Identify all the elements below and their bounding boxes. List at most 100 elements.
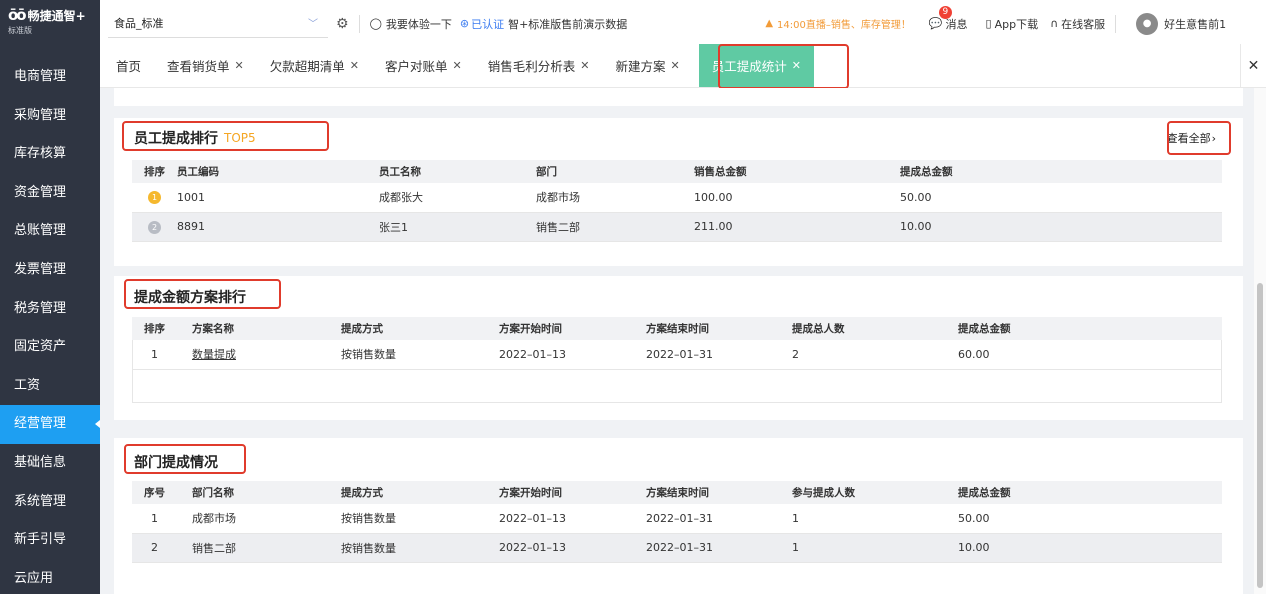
table-row: 1 1001 成都张大 成都市场 100.00 50.00 [132,183,1222,213]
rank-cell: 1 [132,340,177,370]
tab-label: 客户对账单 [384,59,448,74]
megaphone-icon: ▲ [765,18,774,29]
commission-total: 10.00 [900,212,1222,242]
sidebar-item-ecommerce[interactable]: 电商管理 [0,58,100,97]
employee-code: 8891 [177,212,379,242]
plan-end-date: 2022–01–31 [646,504,792,534]
column-header: 提成方式 [341,317,499,340]
column-header: 方案结束时间 [646,481,792,504]
department: 销售二部 [536,212,694,242]
tab-overdue-list[interactable]: 欠款超期清单 ✕ [257,44,372,87]
department: 成都市场 [536,183,694,213]
logo-icon: ōō [8,6,27,24]
tab-new-plan[interactable]: 新建方案 ✕ [602,44,692,87]
close-all-tabs-icon[interactable]: ✕ [1240,44,1266,87]
app-download-button[interactable]: ▯ App下载 [986,16,1039,32]
message-count-badge: 9 [938,5,952,19]
sidebar-item-tax[interactable]: 税务管理 [0,290,100,329]
highlight-box [718,44,849,89]
column-header: 提成方式 [341,481,499,504]
headset-icon: ∩ [1050,17,1059,30]
username[interactable]: 好生意售前1 [1164,16,1226,32]
column-header: 排序 [132,317,177,340]
tab-bar: 首页 查看销货单 ✕ 欠款超期清单 ✕ 客户对账单 ✕ 销售毛利分析表 ✕ 新建方案 ✕ … [100,44,1266,88]
employee-name: 成都张大 [379,183,536,213]
app-name: 畅捷通智+ [27,8,86,23]
account-select-value: 食品_标准 [114,17,164,30]
messages-button[interactable]: 💬 9 消息 [929,5,968,32]
app-edition: 标准版 [8,26,32,35]
commission-people: 2 [792,340,958,370]
card-spacer [114,88,1243,106]
divider [358,14,360,33]
column-header: 销售总金额 [694,160,900,183]
plan-start-date: 2022–01–13 [499,533,646,563]
tab-view-sales-order[interactable]: 查看销货单 ✕ [154,44,257,87]
close-icon[interactable]: ✕ [235,59,244,72]
divider [1115,14,1117,33]
column-header: 提成总金额 [958,317,1222,340]
participant-count: 1 [792,533,958,563]
table-row: 2 销售二部 按销售数量 2022–01–13 2022–01–31 1 10.… [132,533,1222,563]
sidebar-item-payroll[interactable]: 工资 [0,367,100,406]
tab-label: 查看销货单 [167,59,230,74]
avatar[interactable]: ● [1136,12,1159,35]
column-header: 部门名称 [177,481,341,504]
try-button[interactable]: ◯ 我要体验一下 [370,16,452,32]
sidebar-item-fixed-assets[interactable]: 固定资产 [0,328,100,367]
live-stream-link[interactable]: ▲ 14:00直播–销售、库存管理！ [765,16,911,31]
sidebar: ōō 畅捷通智+ 标准版 电商管理 采购管理 库存核算 资金管理 总账管理 发票… [0,0,100,594]
plan-name-cell: 数量提成 [177,340,341,370]
column-header: 参与提成人数 [792,481,958,504]
plan-start-date: 2022–01–13 [499,504,646,534]
tab-home[interactable]: 首页 [100,44,154,87]
commission-amount: 60.00 [958,340,1222,370]
sidebar-item-purchase[interactable]: 采购管理 [0,97,100,136]
close-icon[interactable]: ✕ [453,59,462,72]
sidebar-item-basic-info[interactable]: 基础信息 [0,444,100,483]
demo-data-label: 智+标准版售前演示数据 [508,17,628,31]
table-row: 1 数量提成 按销售数量 2022–01–13 2022–01–31 2 60.… [132,340,1222,370]
account-select[interactable]: 食品_标准 ﹀ [108,10,328,38]
employee-name: 张三1 [379,212,536,242]
sidebar-item-business-management[interactable]: 经营管理 [0,405,100,444]
tab-label: 新建方案 [615,59,666,74]
online-service-button[interactable]: ∩ 在线客服 [1050,16,1105,32]
chevron-down-icon: ﹀ [308,18,318,30]
commission-method: 按销售数量 [341,504,499,534]
tab-gross-profit[interactable]: 销售毛利分析表 ✕ [475,44,603,87]
plan-name-link[interactable]: 数量提成 [192,348,236,361]
sidebar-item-cloud-apps[interactable]: 云应用 [0,560,100,594]
sidebar-item-invoice[interactable]: 发票管理 [0,251,100,290]
plan-ranking-card: 提成金额方案排行 排序 方案名称 提成方式 方案开始时间 方案结束时间 提成总人… [114,276,1243,420]
sidebar-item-general-ledger[interactable]: 总账管理 [0,212,100,251]
rank-cell: 1 [132,183,177,213]
sidebar-item-inventory-accounting[interactable]: 库存核算 [0,135,100,174]
top-bar: 食品_标准 ﹀ ⚙ ◯ 我要体验一下 ⊛ 已认证 智+标准版售前演示数据 ▲ 1… [100,0,1266,48]
tab-customer-statement[interactable]: 客户对账单 ✕ [372,44,475,87]
plan-end-date: 2022–01–31 [646,533,792,563]
column-header: 序号 [132,481,177,504]
certified-badge[interactable]: ⊛ 已认证 [460,16,504,32]
settings-icon[interactable]: ⚙ [336,16,349,32]
column-header: 方案开始时间 [499,481,646,504]
highlight-box [1167,121,1231,155]
sidebar-item-system[interactable]: 系统管理 [0,483,100,522]
employee-ranking-card: 员工提成排行 TOP5 查看全部 › 排序 员工编码 员工名称 部门 销售总金额… [114,118,1243,266]
gold-medal-icon: 1 [148,191,161,205]
commission-method: 按销售数量 [341,533,499,563]
scrollbar-thumb[interactable] [1257,283,1263,588]
close-icon[interactable]: ✕ [350,59,359,72]
sidebar-item-funds[interactable]: 资金管理 [0,174,100,213]
commission-method: 按销售数量 [341,340,499,370]
sidebar-item-guide[interactable]: 新手引导 [0,521,100,560]
close-icon[interactable]: ✕ [580,59,589,72]
eye-icon: ◯ [369,17,382,30]
app-logo[interactable]: ōō 畅捷通智+ 标准版 [0,0,100,44]
close-icon[interactable]: ✕ [670,59,679,72]
sidebar-nav: 电商管理 采购管理 库存核算 资金管理 总账管理 发票管理 税务管理 固定资产 … [0,58,100,594]
column-header: 提成总金额 [900,160,1222,183]
plan-end-date: 2022–01–31 [646,340,792,370]
department-commission-table: 序号 部门名称 提成方式 方案开始时间 方案结束时间 参与提成人数 提成总金额 … [132,481,1222,563]
vertical-scrollbar[interactable] [1254,88,1266,594]
